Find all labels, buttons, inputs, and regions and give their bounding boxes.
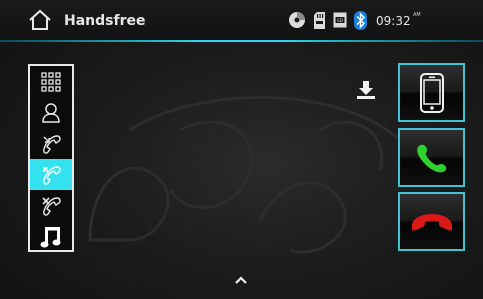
top-bar: Handsfree SD 09:32 AM [0, 0, 483, 40]
phone-device-icon [419, 72, 444, 113]
menu-item-contacts[interactable] [30, 97, 72, 128]
missed-calls-icon [42, 196, 61, 216]
received-calls-icon [43, 134, 61, 154]
music-icon [40, 226, 61, 247]
page-title: Handsfree [64, 13, 146, 29]
menu-item-music[interactable] [30, 221, 72, 252]
answer-call-button[interactable] [398, 128, 465, 187]
menu-item-keypad[interactable] [30, 66, 72, 97]
clock-time: 09:32 [376, 14, 411, 28]
contacts-icon [42, 102, 60, 123]
menu-item-missed-calls[interactable] [30, 190, 72, 221]
handsfree-screen: Handsfree SD 09:32 AM [0, 0, 483, 299]
keypad-icon [41, 71, 61, 92]
answer-call-icon [416, 144, 446, 172]
status-icons: SD [288, 10, 367, 30]
header-divider [0, 40, 483, 42]
phone-device-button[interactable] [398, 63, 465, 122]
svg-text:SD: SD [337, 18, 344, 24]
download-icon[interactable] [356, 80, 376, 100]
call-menu [28, 64, 74, 252]
dialed-calls-icon [43, 165, 61, 185]
hang-up-button[interactable] [398, 192, 465, 251]
home-icon[interactable] [28, 9, 52, 31]
menu-item-received-calls[interactable] [30, 128, 72, 159]
sd-card-icon [314, 11, 325, 29]
media-disc-icon [289, 12, 305, 28]
storage-icon: SD [333, 12, 347, 28]
bluetooth-icon [354, 10, 367, 30]
menu-item-dialed-calls[interactable] [30, 159, 72, 190]
clock-ampm: AM [413, 12, 421, 18]
hang-up-icon [411, 213, 452, 231]
watermark-logo [88, 96, 401, 254]
caret-up-icon[interactable] [233, 274, 249, 286]
